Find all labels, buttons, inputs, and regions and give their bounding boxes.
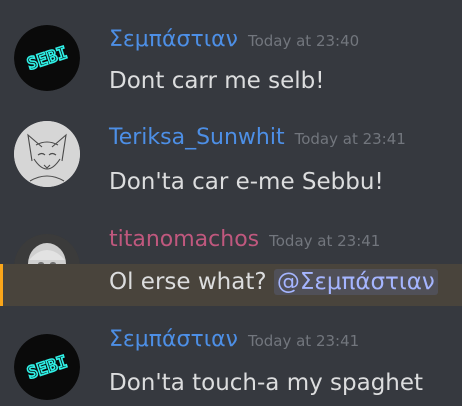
timestamp: Today at 23:41	[294, 130, 406, 148]
message-header: Teriksa_Sunwhit Today at 23:41	[109, 125, 406, 150]
username[interactable]: Teriksa_Sunwhit	[109, 125, 285, 150]
timestamp: Today at 23:41	[247, 332, 360, 350]
sebi-neon-logo-icon: SEBI	[14, 334, 80, 400]
fox-sketch-icon	[14, 121, 80, 187]
message-header: Σεμπάστιαν Today at 23:41	[109, 327, 359, 352]
username[interactable]: Σεμπάστιαν	[109, 327, 238, 352]
username[interactable]: titanomachos	[109, 227, 259, 252]
user-mention[interactable]: @Σεμπάστιαν	[273, 269, 438, 295]
avatar[interactable]	[14, 121, 80, 187]
message-text: Ol erse what? @Σεμπάστιαν	[109, 269, 438, 295]
timestamp: Today at 23:40	[247, 32, 360, 50]
message-header: Σεμπάστιαν Today at 23:40	[109, 27, 359, 52]
mention-accent-bar	[0, 264, 3, 306]
message-header: titanomachos Today at 23:41	[109, 227, 380, 252]
message-text-body: Ol erse what?	[109, 269, 274, 295]
message-text: Dont carr me selb!	[109, 68, 325, 94]
message-text: Don'ta car e-me Sebbu!	[109, 169, 384, 195]
timestamp: Today at 23:41	[269, 232, 381, 250]
username[interactable]: Σεμπάστιαν	[109, 27, 238, 52]
sebi-neon-logo-icon: SEBI	[14, 25, 80, 91]
avatar[interactable]: SEBI	[14, 334, 80, 400]
avatar[interactable]: SEBI	[14, 25, 80, 91]
message-text: Don'ta touch-a my spaghet	[109, 370, 424, 396]
